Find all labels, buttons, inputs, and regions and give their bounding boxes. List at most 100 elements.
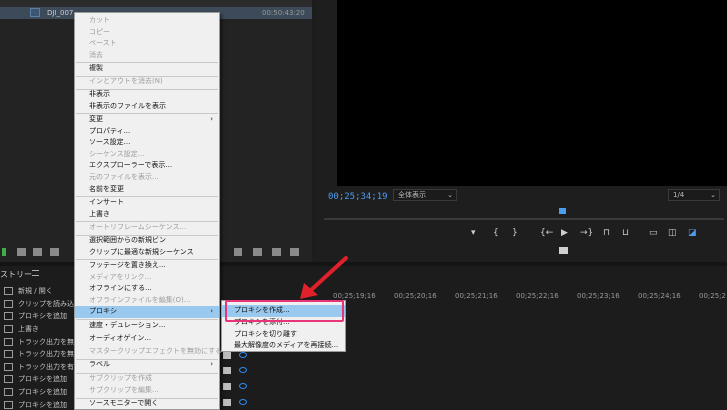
menu-item-clear[interactable]: 消去 — [75, 50, 219, 62]
write-protect-icon[interactable] — [2, 248, 6, 256]
program-playhead[interactable] — [559, 208, 566, 214]
menu-item-reveal-in-explorer[interactable]: エクスプローラーで表示... — [75, 160, 219, 172]
timeline-timecode: 00;25;21;16 — [455, 292, 498, 300]
timeline-timecode: 00;25;19;16 — [333, 292, 376, 300]
list-view-icon[interactable] — [17, 248, 26, 256]
menu-item-cut[interactable]: カット — [75, 15, 219, 27]
out-point-icon[interactable]: } — [512, 228, 518, 238]
eye-icon[interactable] — [239, 367, 247, 373]
menu-item-make-offline[interactable]: オフラインにする... — [75, 283, 219, 295]
menu-item-disable-master-clip-effects[interactable]: マスタークリップエフェクトを無効にする — [75, 346, 222, 358]
freeform-view-icon[interactable] — [50, 248, 59, 256]
film-icon[interactable] — [223, 367, 231, 374]
comparison-icon[interactable]: ◫ — [668, 228, 677, 238]
menu-item-source-settings[interactable]: ソース設定... — [75, 137, 219, 149]
lift-icon[interactable]: ⊓ — [603, 228, 610, 238]
menu-item-label: 変更 — [89, 115, 103, 123]
history-tab[interactable]: ストリー — [0, 269, 32, 280]
go-to-in-icon[interactable]: {← — [540, 228, 553, 238]
timeline-timecode: 00;25;2 — [699, 292, 726, 300]
history-item[interactable]: トラック出力を無効 — [0, 348, 80, 361]
menu-item-duplicate[interactable]: 複製 — [75, 63, 219, 75]
history-item[interactable]: トラック出力を有効 — [0, 361, 80, 374]
film-icon[interactable] — [223, 352, 231, 359]
menu-item-hide[interactable]: 非表示 — [75, 89, 219, 101]
highlight-callout — [225, 300, 344, 322]
clip-thumbnail-icon — [30, 8, 40, 17]
menu-item-label-color[interactable]: ラベル › — [75, 359, 219, 371]
menu-item-clear-in-out[interactable]: インとアウトを消去(N) — [75, 76, 219, 88]
menu-item-auto-reframe[interactable]: オートリフレームシーケンス... — [75, 222, 219, 234]
panel-menu-icon[interactable] — [32, 270, 39, 276]
context-menu: カット コピー ペースト 消去 複製 インとアウトを消去(N) 非表示 非表示の… — [74, 12, 222, 410]
submenu-item-detach-proxies[interactable]: プロキシを切り離す — [222, 329, 345, 341]
menu-item-reveal-original[interactable]: 元のファイルを表示... — [75, 172, 219, 184]
chevron-right-icon: › — [210, 115, 213, 123]
chevron-right-icon: › — [210, 307, 213, 316]
menu-item-link-media[interactable]: メディアをリンク... — [75, 272, 219, 284]
history-item-label: プロキシを追加 — [18, 388, 67, 397]
history-item-label: プロキシを追加 — [18, 400, 67, 409]
play-icon[interactable]: ▶ — [561, 228, 568, 238]
menu-item-copy[interactable]: コピー — [75, 27, 219, 39]
history-item[interactable]: プロキシを追加 — [0, 398, 80, 410]
chevron-right-icon: › — [210, 360, 213, 368]
marker-icon[interactable]: ▾ — [471, 228, 476, 238]
history-item[interactable]: プロキシを追加 — [0, 310, 80, 323]
menu-item-insert[interactable]: インサート — [75, 197, 219, 209]
menu-item-replace-footage[interactable]: フッテージを置き換え... — [75, 260, 219, 272]
eye-icon[interactable] — [239, 399, 247, 405]
program-time-ruler[interactable] — [324, 218, 724, 220]
eye-icon[interactable] — [239, 352, 247, 358]
history-item-label: トラック出力を有効 — [18, 362, 80, 371]
multicam-icon[interactable]: ◪ — [688, 228, 697, 238]
history-step-icon — [4, 312, 13, 321]
menu-item-overwrite[interactable]: 上書き — [75, 209, 219, 221]
find-icon[interactable] — [234, 248, 242, 256]
menu-item-make-subclip[interactable]: サブクリップを作成 — [75, 373, 219, 385]
menu-item-paste[interactable]: ペースト — [75, 38, 219, 50]
history-step-icon — [4, 375, 13, 384]
menu-item-properties[interactable]: プロパティ... — [75, 126, 219, 138]
film-icon[interactable] — [223, 399, 231, 406]
program-timecode[interactable]: 00;25;34;19 — [328, 192, 388, 202]
export-frame-icon[interactable] — [559, 247, 568, 254]
history-step-icon — [4, 325, 13, 334]
timeline-ruler[interactable]: 00;25;19;16 00;25;20;16 00;25;21;16 00;2… — [300, 292, 727, 306]
menu-item-view-hidden[interactable]: 非表示のファイルを表示 — [75, 101, 219, 113]
history-item[interactable]: プロキシを追加 — [0, 373, 80, 386]
submenu-item-reconnect-full-res[interactable]: 最大解像度のメディアを再接続... — [222, 340, 345, 352]
history-item-label: トラック出力を無効 — [18, 337, 80, 346]
history-item[interactable]: 上書き — [0, 323, 80, 336]
history-item[interactable]: トラック出力を無効 — [0, 335, 80, 348]
history-item[interactable]: 新規 / 開く — [0, 285, 80, 298]
menu-item-open-in-source-monitor[interactable]: ソースモニターで開く — [75, 398, 219, 410]
film-icon[interactable] — [223, 383, 231, 390]
history-list: 新規 / 開く クリップを読み込む プロキシを追加 上書き トラック出力を無効 … — [0, 285, 80, 410]
history-item-label: トラック出力を無効 — [18, 350, 80, 359]
history-step-icon — [4, 388, 13, 397]
go-to-out-icon[interactable]: →} — [580, 228, 593, 238]
extract-icon[interactable]: ⊔ — [622, 228, 629, 238]
menu-item-edit-subclip[interactable]: サブクリップを編集... — [75, 385, 219, 397]
safe-margins-icon[interactable]: ▭ — [649, 228, 658, 238]
menu-item-new-sequence-from-clip[interactable]: クリップに最適な新規シーケンス — [75, 247, 219, 259]
menu-item-new-bin-from-selection[interactable]: 選択範囲からの新規ビン — [75, 235, 219, 247]
menu-item-proxy[interactable]: プロキシ › — [75, 306, 219, 318]
menu-item-rename[interactable]: 名前を変更 — [75, 184, 219, 196]
icon-view-icon[interactable] — [33, 248, 42, 256]
menu-item-speed-duration[interactable]: 速度・デュレーション... — [75, 320, 219, 332]
menu-item-modify[interactable]: 変更 › — [75, 114, 219, 126]
clear-icon[interactable] — [290, 248, 299, 256]
eye-icon[interactable] — [239, 383, 247, 389]
menu-item-audio-gain[interactable]: オーディオゲイン... — [75, 333, 219, 345]
playback-resolution-select[interactable]: 1/4 ⌄ — [668, 189, 720, 201]
history-item[interactable]: プロキシを追加 — [0, 386, 80, 399]
fit-select[interactable]: 全体表示 ⌄ — [393, 189, 457, 201]
menu-item-edit-offline[interactable]: オフラインファイルを編集(O)... — [75, 295, 219, 307]
new-bin-icon[interactable] — [253, 248, 262, 256]
new-item-icon[interactable] — [272, 248, 281, 256]
menu-item-sequence-settings[interactable]: シーケンス設定... — [75, 149, 219, 161]
history-item[interactable]: クリップを読み込む — [0, 298, 80, 311]
in-point-icon[interactable]: { — [493, 228, 499, 238]
